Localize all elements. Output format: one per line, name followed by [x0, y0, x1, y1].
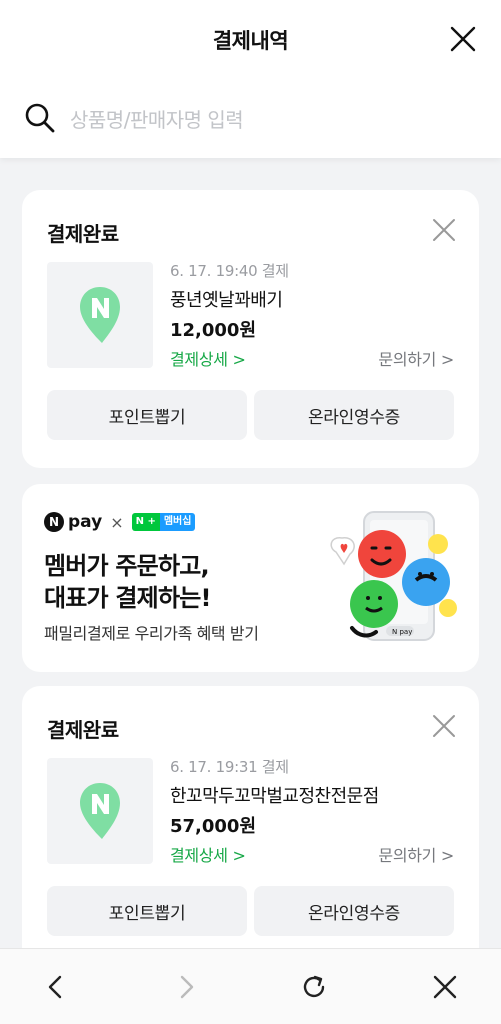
- naver-pin-logo-icon: [80, 287, 120, 343]
- order-status: 결제완료: [47, 222, 119, 246]
- banner-headline-line2: 대표가 결제하는!: [44, 584, 211, 612]
- search-icon: [25, 103, 55, 133]
- inquiry-link[interactable]: 문의하기 >: [378, 842, 454, 866]
- search-input[interactable]: 상품명/판매자명 입력: [70, 104, 244, 133]
- naver-pin-logo-icon: [80, 783, 120, 839]
- back-button[interactable]: [42, 973, 70, 1001]
- forward-button[interactable]: [172, 973, 200, 1001]
- online-receipt-button[interactable]: 온라인영수증: [254, 390, 454, 440]
- close-icon[interactable]: [450, 26, 476, 52]
- delete-order-icon[interactable]: [432, 714, 456, 738]
- search-bar[interactable]: 상품명/판매자명 입력: [24, 100, 244, 136]
- chevron-right-icon: [180, 975, 194, 999]
- merchant-name[interactable]: 풍년옛날꽈배기: [170, 286, 283, 312]
- order-status: 결제완료: [47, 718, 119, 742]
- order-card: 결제완료 6. 17. 19:40 결제 풍년옛날꽈배기 12,000원 결제상…: [22, 190, 479, 468]
- delete-order-icon[interactable]: [432, 218, 456, 242]
- npay-logo-icon: N: [44, 512, 64, 532]
- page-title: 결제내역: [212, 29, 289, 53]
- banner-subtext: 패밀리결제로 우리가족 혜택 받기: [44, 624, 259, 643]
- merchant-name[interactable]: 한꼬막두꼬막벌교정찬전문점: [170, 782, 379, 808]
- family-payment-illustration: N pay: [330, 511, 457, 641]
- chevron-left-icon: [48, 975, 62, 999]
- order-card: 결제완료 6. 17. 19:31 결제 한꼬막두꼬막벌교정찬전문점 57,00…: [22, 686, 479, 948]
- merchant-thumbnail: [47, 262, 153, 368]
- times-symbol: ×: [110, 512, 124, 532]
- header: 결제내역 상품명/판매자명 입력: [0, 0, 501, 158]
- payment-detail-link[interactable]: 결제상세 >: [170, 842, 246, 866]
- payment-detail-link[interactable]: 결제상세 >: [170, 346, 246, 370]
- membership-label: 멤버십: [159, 513, 196, 531]
- payment-amount: 12,000원: [170, 320, 257, 341]
- close-icon: [433, 975, 457, 999]
- close-browser-button[interactable]: [431, 973, 459, 1001]
- banner-headline-line1: 멤버가 주문하고,: [44, 552, 210, 580]
- point-draw-button[interactable]: 포인트뽑기: [47, 390, 247, 440]
- point-draw-button[interactable]: 포인트뽑기: [47, 886, 247, 936]
- payment-amount: 57,000원: [170, 816, 257, 837]
- merchant-thumbnail: [47, 758, 153, 864]
- browser-nav-bar: [0, 948, 501, 1024]
- membership-n-icon: N +: [131, 513, 160, 531]
- online-receipt-button[interactable]: 온라인영수증: [254, 886, 454, 936]
- payment-datetime: 6. 17. 19:31 결제: [170, 758, 289, 776]
- reload-button[interactable]: [300, 973, 328, 1001]
- payment-datetime: 6. 17. 19:40 결제: [170, 262, 289, 280]
- membership-badge: N + 멤버십: [131, 513, 196, 531]
- npay-small-label: N pay: [392, 628, 412, 636]
- promo-banner[interactable]: N pay × N + 멤버십 멤버가 주문하고, 대표가 결제하는! 패밀리결…: [22, 484, 479, 672]
- banner-brand: N pay × N + 멤버십: [44, 512, 196, 532]
- banner-headline: 멤버가 주문하고, 대표가 결제하는!: [44, 550, 211, 614]
- reload-icon: [303, 975, 325, 998]
- inquiry-link[interactable]: 문의하기 >: [378, 346, 454, 370]
- npay-label: pay: [68, 512, 103, 532]
